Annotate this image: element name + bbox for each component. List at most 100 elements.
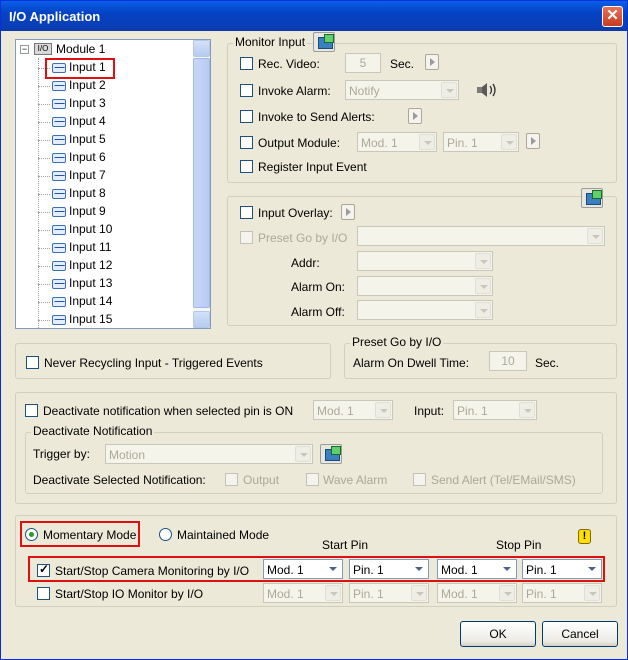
output-pin-dropdown[interactable]: Pin. 1 bbox=[443, 132, 519, 152]
deactivate-pin-value: Pin. 1 bbox=[457, 404, 488, 418]
tree-item-input[interactable]: Input 8 bbox=[38, 186, 106, 204]
rec-video-arrow-button[interactable] bbox=[425, 54, 439, 70]
highlight-momentary-mode bbox=[20, 521, 140, 547]
tree-expander[interactable]: − bbox=[20, 45, 29, 54]
register-input-event-label: Register Input Event bbox=[258, 160, 367, 174]
trigger-settings-icon[interactable] bbox=[320, 444, 342, 464]
tree-item-input[interactable]: Input 11 bbox=[38, 240, 111, 258]
preset-go-checkbox[interactable] bbox=[240, 231, 253, 244]
tree-item-label: Input 7 bbox=[69, 168, 106, 182]
speaker-icon[interactable] bbox=[475, 81, 499, 99]
tree-connector bbox=[38, 194, 50, 195]
output-pin-value: Pin. 1 bbox=[447, 136, 478, 150]
monitor-input-legend: Monitor Input bbox=[233, 35, 308, 49]
output-module-dropdown[interactable]: Mod. 1 bbox=[357, 132, 437, 152]
invoke-alarm-value: Notify bbox=[349, 84, 380, 98]
io-start-pin-value: Pin. 1 bbox=[353, 587, 384, 601]
deactivate-module-dropdown[interactable]: Mod. 1 bbox=[313, 400, 393, 420]
output-notification-checkbox[interactable] bbox=[225, 473, 238, 486]
tree-item-label: Input 4 bbox=[69, 114, 106, 128]
chevron-down-icon bbox=[441, 82, 457, 98]
alarm-on-dropdown[interactable] bbox=[357, 276, 493, 296]
tree-item-input[interactable]: Input 13 bbox=[38, 276, 112, 294]
trigger-by-dropdown[interactable]: Motion bbox=[105, 444, 313, 464]
tree-item-label: Input 6 bbox=[69, 150, 106, 164]
input-tree[interactable]: − I/O Module 1 Input 1 Input 2 Input 3 Inpu… bbox=[15, 39, 211, 329]
deactivate-legend: Deactivate Notification bbox=[31, 424, 155, 438]
title-bar[interactable]: I/O Application ✕ bbox=[1, 1, 627, 31]
scroll-thumb[interactable] bbox=[193, 58, 210, 308]
input-overlay-arrow-button[interactable] bbox=[341, 204, 355, 220]
output-module-label: Output Module: bbox=[258, 136, 341, 150]
io-monitor-label: Start/Stop IO Monitor by I/O bbox=[55, 587, 204, 601]
tree-item-input[interactable]: Input 2 bbox=[38, 78, 106, 96]
tree-item-input[interactable]: Input 4 bbox=[38, 114, 106, 132]
overlay-settings-icon[interactable] bbox=[581, 188, 603, 208]
tree-item-label: Input 14 bbox=[69, 294, 113, 308]
send-alerts-arrow-button[interactable] bbox=[408, 108, 422, 124]
tree-item-input[interactable]: Input 14 bbox=[38, 294, 113, 312]
chevron-down-icon bbox=[475, 253, 491, 269]
monitor-input-settings-icon[interactable] bbox=[313, 32, 335, 52]
tree-item-input[interactable]: Input 5 bbox=[38, 132, 106, 150]
chevron-down-icon bbox=[501, 134, 517, 150]
invoke-alarm-dropdown[interactable]: Notify bbox=[345, 80, 459, 100]
tree-connector bbox=[38, 230, 50, 231]
output-module-checkbox[interactable] bbox=[240, 136, 253, 149]
io-start-pin-dropdown[interactable]: Pin. 1 bbox=[349, 583, 429, 603]
scroll-down-button[interactable] bbox=[193, 311, 210, 328]
scroll-up-button[interactable] bbox=[193, 40, 210, 57]
rec-video-seconds-field[interactable]: 5 bbox=[345, 53, 381, 73]
tree-item-label: Input 10 bbox=[69, 222, 113, 236]
preset-dwell-legend: Preset Go by I/O bbox=[350, 335, 444, 349]
chevron-down-icon bbox=[295, 446, 311, 462]
module-icon: I/O bbox=[34, 43, 52, 55]
invoke-send-alerts-checkbox[interactable] bbox=[240, 110, 253, 123]
chevron-down-icon bbox=[475, 278, 491, 294]
rec-video-checkbox[interactable] bbox=[240, 57, 253, 70]
invoke-alarm-checkbox[interactable] bbox=[240, 84, 253, 97]
input-signal-icon bbox=[52, 206, 66, 217]
input-overlay-checkbox[interactable] bbox=[240, 206, 253, 219]
io-stop-pin-value: Pin. 1 bbox=[526, 587, 557, 601]
preset-go-dropdown[interactable] bbox=[357, 226, 605, 246]
tree-item-input[interactable]: Input 12 bbox=[38, 258, 112, 276]
io-stop-module-value: Mod. 1 bbox=[441, 587, 478, 601]
input-signal-icon bbox=[52, 98, 66, 109]
maintained-mode-radio[interactable] bbox=[159, 528, 172, 541]
never-recycling-checkbox[interactable] bbox=[26, 356, 39, 369]
chevron-down-icon bbox=[375, 402, 391, 418]
rec-video-label: Rec. Video: bbox=[258, 57, 320, 71]
send-alert-checkbox[interactable] bbox=[413, 473, 426, 486]
tree-connector bbox=[38, 140, 50, 141]
io-stop-pin-dropdown[interactable]: Pin. 1 bbox=[522, 583, 602, 603]
io-monitor-checkbox[interactable] bbox=[37, 587, 50, 600]
tree-item-input[interactable]: Input 7 bbox=[38, 168, 106, 186]
input-signal-icon bbox=[52, 224, 66, 235]
wave-alarm-checkbox[interactable] bbox=[306, 473, 319, 486]
ok-button[interactable]: OK bbox=[460, 621, 536, 647]
register-input-event-checkbox[interactable] bbox=[240, 160, 253, 173]
tree-item-input[interactable]: Input 9 bbox=[38, 204, 106, 222]
alarm-off-dropdown[interactable] bbox=[357, 300, 493, 320]
tree-item-input[interactable]: Input 6 bbox=[38, 150, 106, 168]
tree-vertical-line bbox=[38, 58, 39, 328]
deactivate-pin-dropdown[interactable]: Pin. 1 bbox=[453, 400, 537, 420]
cancel-button[interactable]: Cancel bbox=[542, 621, 618, 647]
output-module-arrow-button[interactable] bbox=[526, 133, 540, 149]
tree-scrollbar[interactable] bbox=[193, 40, 210, 328]
tree-item-label: Input 8 bbox=[69, 186, 106, 200]
addr-dropdown[interactable] bbox=[357, 251, 493, 271]
io-stop-module-dropdown[interactable]: Mod. 1 bbox=[437, 583, 517, 603]
deactivate-notification-checkbox[interactable] bbox=[25, 404, 38, 417]
tree-item-input[interactable]: Input 15 bbox=[38, 312, 112, 328]
output-notification-label: Output bbox=[243, 473, 280, 487]
io-start-module-dropdown[interactable]: Mod. 1 bbox=[263, 583, 343, 603]
tree-item-label: Input 9 bbox=[69, 204, 106, 218]
dwell-time-field[interactable]: 10 bbox=[489, 351, 527, 371]
tree-item-input[interactable]: Input 10 bbox=[38, 222, 113, 240]
warning-icon[interactable]: ! bbox=[578, 529, 591, 544]
highlight-camera-row bbox=[28, 556, 605, 582]
close-button[interactable]: ✕ bbox=[602, 6, 623, 27]
tree-item-input[interactable]: Input 3 bbox=[38, 96, 106, 114]
